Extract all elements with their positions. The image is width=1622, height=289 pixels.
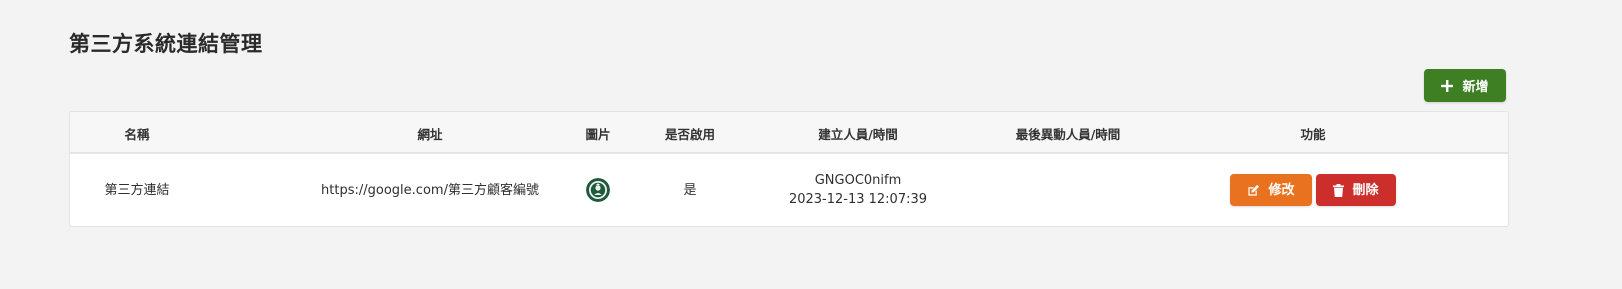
column-header-actions: 功能: [1300, 126, 1326, 142]
creator-name: GNGOC0nifm: [814, 173, 902, 188]
cell-url: https://google.com/第三方顧客編號: [321, 182, 539, 198]
starbucks-logo-icon: [586, 178, 610, 202]
column-header-url: 網址: [417, 126, 443, 142]
cell-name: 第三方連結: [104, 182, 170, 198]
delete-button-label: 刪除: [1352, 182, 1379, 198]
column-header-image: 圖片: [585, 126, 611, 142]
column-header-name: 名稱: [124, 126, 150, 142]
table-header: 名稱 網址 圖片 是否啟用 建立人員/時間 最後異動人員/時間 功能: [70, 112, 1508, 154]
row-actions: 修改 刪除: [1230, 174, 1396, 206]
edit-button-label: 修改: [1268, 182, 1295, 198]
links-table: 名稱 網址 圖片 是否啟用 建立人員/時間 最後異動人員/時間 功能 第三方連結…: [69, 111, 1509, 227]
delete-button[interactable]: 刪除: [1316, 174, 1396, 206]
created-at: 2023-12-13 12:07:39: [788, 192, 928, 207]
edit-button[interactable]: 修改: [1230, 174, 1312, 206]
cell-image: [573, 154, 623, 226]
edit-icon: [1247, 184, 1260, 197]
add-button-label: 新增: [1462, 80, 1489, 95]
plus-icon: [1441, 79, 1454, 92]
page-title: 第三方系統連結管理: [69, 32, 263, 56]
trash-icon: [1333, 183, 1345, 197]
cell-actions: 修改 刪除: [1163, 154, 1463, 226]
table-row: 第三方連結 https://google.com/第三方顧客編號 是 GNGOC…: [70, 154, 1508, 226]
add-button[interactable]: 新增: [1424, 69, 1506, 102]
